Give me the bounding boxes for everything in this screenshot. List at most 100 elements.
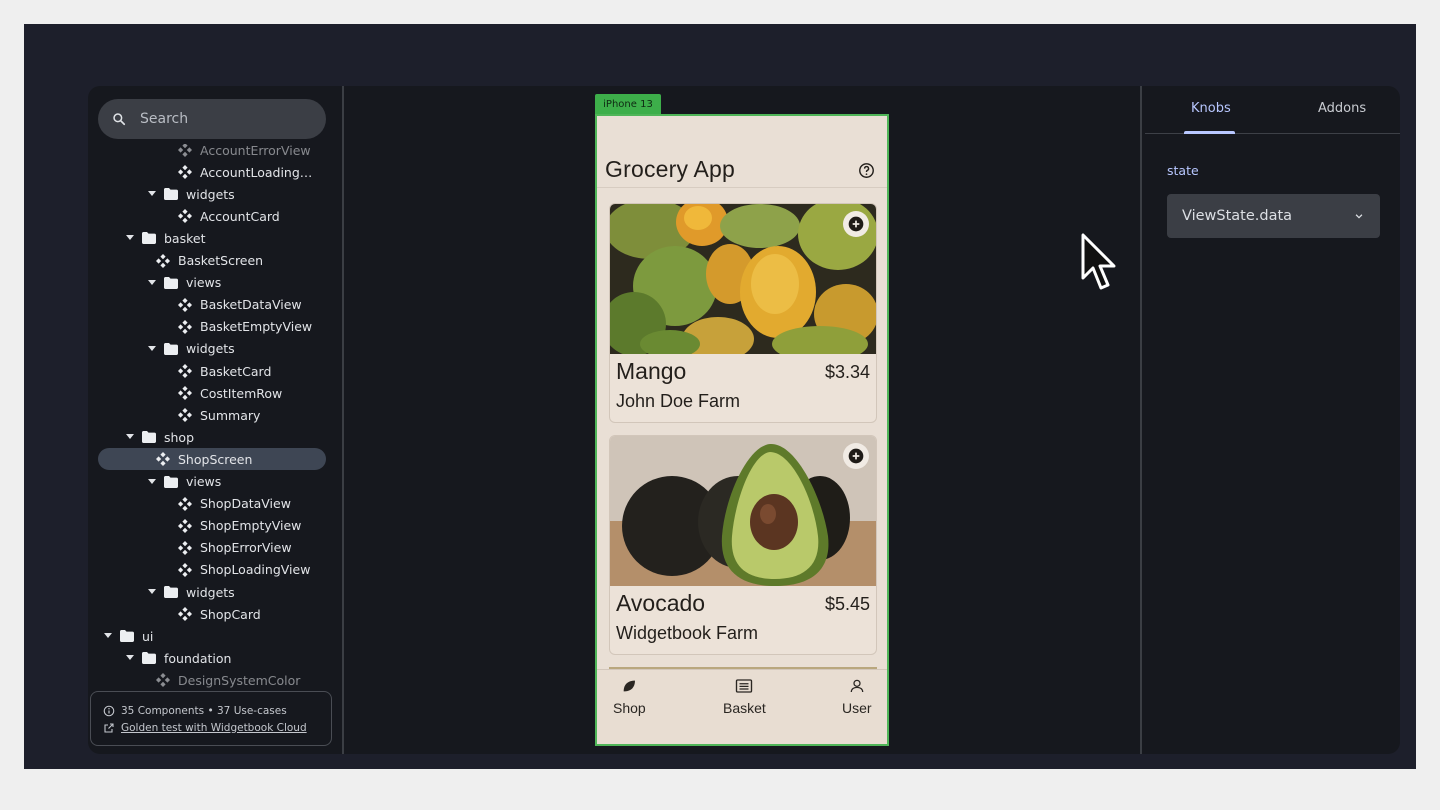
help-icon[interactable] [858, 162, 875, 179]
tree-item-label: widgets [186, 341, 235, 357]
nav-user[interactable]: User [842, 678, 872, 716]
component-icon [178, 496, 192, 511]
component-icon [178, 408, 192, 423]
tree-component[interactable]: AccountCard [88, 205, 342, 227]
cloud-link[interactable]: Golden test with Widgetbook Cloud [103, 719, 331, 736]
tree-folder[interactable]: views [88, 471, 342, 493]
tree-item-label: ShopEmptyView [200, 518, 302, 534]
tree-folder[interactable]: ui [88, 625, 342, 647]
tab-addons[interactable]: Addons [1318, 101, 1366, 116]
component-icon [178, 562, 192, 577]
device-label: iPhone 13 [595, 94, 661, 114]
caret-down-icon[interactable] [146, 188, 158, 200]
component-icon [156, 253, 170, 268]
product-card-avocado[interactable]: Avocado $5.45 Widgetbook Farm [609, 435, 877, 655]
receipt-icon [736, 679, 753, 693]
tree-component[interactable]: ShopScreen [98, 448, 326, 471]
plus-circle-icon [848, 448, 864, 464]
tree-component[interactable]: ShopLoadingView [88, 559, 342, 581]
tree-item-label: BasketEmptyView [200, 319, 313, 335]
tree-item-label: widgets [186, 186, 235, 202]
tree-component[interactable]: BasketCard [88, 360, 342, 382]
nav-shop-label: Shop [613, 700, 646, 716]
tree-folder[interactable]: widgets [88, 338, 342, 360]
folder-icon [164, 342, 178, 356]
caret-down-icon[interactable] [146, 476, 158, 488]
search-bar[interactable] [98, 99, 326, 139]
tree-item-label: widgets [186, 584, 235, 600]
tree-item-label: AccountErrorView [200, 144, 311, 158]
folder-icon [142, 651, 156, 665]
info-icon [103, 705, 115, 716]
avocado-image [610, 436, 876, 586]
screen-background: AccountErrorView AccountLoading… widgets Ac… [24, 24, 1416, 769]
device-frame: Grocery App Mango $3.34 John Doe Farm Av… [595, 114, 889, 746]
widgetbook-window: AccountErrorView AccountLoading… widgets Ac… [88, 86, 1400, 754]
component-icon [178, 209, 192, 224]
tree-component[interactable]: CostItemRow [88, 382, 342, 404]
add-to-basket-button[interactable] [843, 443, 869, 469]
tree-component[interactable]: Summary [88, 404, 342, 426]
tree-folder[interactable]: shop [88, 426, 342, 448]
tree-item-label: DesignSystemColor [178, 672, 301, 688]
tree-component[interactable]: DesignSystemColor [88, 669, 342, 690]
tab-knobs[interactable]: Knobs [1191, 101, 1231, 116]
product-name: Mango [616, 358, 687, 384]
search-input[interactable] [140, 111, 310, 127]
leaf-icon [624, 680, 636, 692]
tree-item-label: AccountCard [200, 208, 280, 224]
tree-folder[interactable]: views [88, 272, 342, 294]
caret-down-icon[interactable] [124, 431, 136, 443]
tree-component[interactable]: AccountErrorView [88, 144, 342, 161]
tree-component[interactable]: ShopCard [88, 603, 342, 625]
product-farm: Widgetbook Farm [616, 623, 759, 643]
tree-item-label: basket [164, 230, 206, 246]
caret-down-icon[interactable] [146, 586, 158, 598]
add-to-basket-button[interactable] [843, 211, 869, 237]
caret-down-icon[interactable] [146, 277, 158, 289]
caret-down-icon[interactable] [102, 630, 114, 642]
bottom-navigation: Shop Basket User [597, 669, 887, 744]
tree-component[interactable]: BasketEmptyView [88, 316, 342, 338]
product-farm: John Doe Farm [616, 391, 741, 411]
caret-down-icon[interactable] [124, 652, 136, 664]
preview-canvas: iPhone 13 Grocery App Mango $3.34 John D… [346, 86, 1140, 754]
external-link-icon [104, 722, 114, 733]
tree-folder[interactable]: widgets [88, 581, 342, 603]
knobs-panel: Knobs Addons state ViewState.data [1142, 86, 1400, 754]
nav-basket[interactable]: Basket [723, 678, 766, 716]
tree-item-label: foundation [164, 650, 232, 666]
state-dropdown[interactable]: ViewState.data [1167, 194, 1380, 238]
caret-down-icon[interactable] [146, 343, 158, 355]
nav-user-label: User [842, 700, 872, 716]
mouse-cursor [1081, 233, 1116, 290]
tree-component[interactable]: BasketDataView [88, 294, 342, 316]
tree-folder[interactable]: basket [88, 227, 342, 249]
tree-component[interactable]: ShopDataView [88, 493, 342, 515]
tree-item-label: ShopCard [200, 606, 261, 622]
tab-indicator [1184, 131, 1235, 134]
tree-component[interactable]: ShopEmptyView [88, 515, 342, 537]
tree-item-label: Summary [200, 407, 261, 423]
tree-item-label: BasketScreen [178, 253, 264, 268]
component-icon [156, 673, 170, 688]
nav-shop[interactable]: Shop [613, 678, 646, 716]
tree-component[interactable]: AccountLoading… [88, 161, 342, 183]
sidebar: AccountErrorView AccountLoading… widgets Ac… [88, 86, 344, 754]
tree-component[interactable]: BasketScreen [88, 250, 342, 272]
tree-folder[interactable]: widgets [88, 183, 342, 205]
tree-item-label: views [186, 275, 222, 291]
product-name: Avocado [616, 590, 706, 616]
product-card-mango[interactable]: Mango $3.34 John Doe Farm [609, 203, 877, 423]
state-dropdown-value: ViewState.data [1182, 208, 1293, 224]
tree-component[interactable]: ShopErrorView [88, 537, 342, 559]
chevron-down-icon [1355, 214, 1363, 219]
component-icon [178, 518, 192, 533]
tree-folder[interactable]: foundation [88, 647, 342, 669]
tree-item-label: CostItemRow [200, 385, 283, 401]
caret-down-icon[interactable] [124, 232, 136, 244]
folder-icon [142, 231, 156, 245]
component-icon [178, 386, 192, 401]
search-icon [113, 113, 126, 126]
cloud-link-text[interactable]: Golden test with Widgetbook Cloud [121, 722, 307, 734]
